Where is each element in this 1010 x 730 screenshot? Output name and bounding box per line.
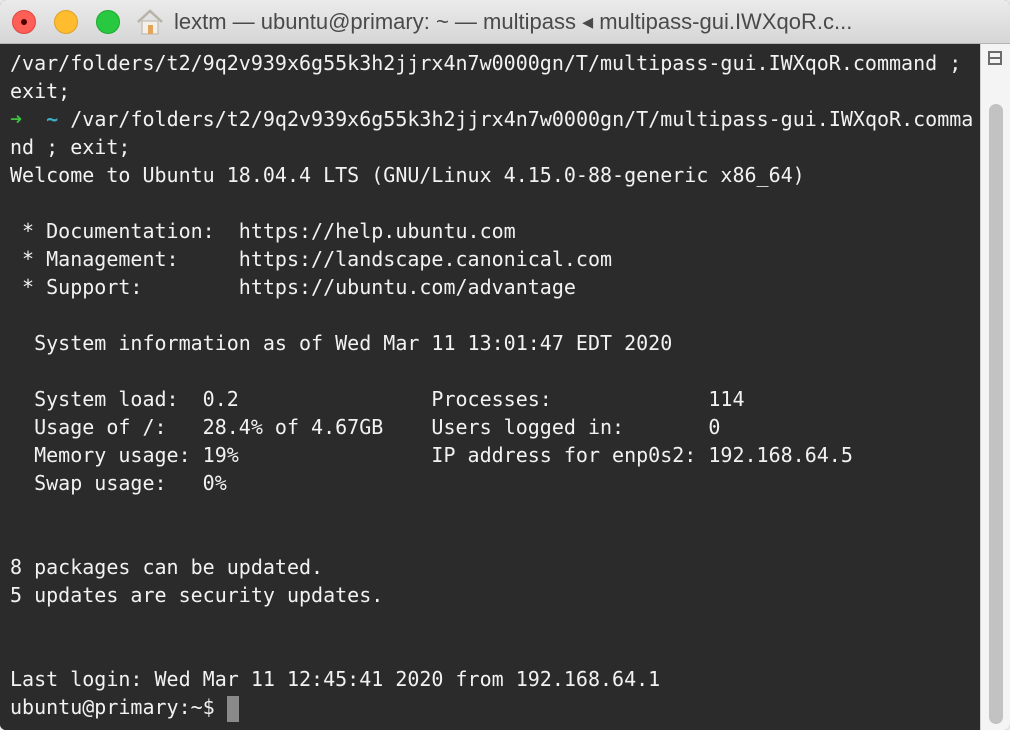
output-line: 8 packages can be updated. [10,555,324,579]
output-line: Swap usage: 0% [10,471,227,495]
terminal-window: lextm — ubuntu@primary: ~ — multipass ◂ … [0,0,1010,730]
prompt-command: /var/folders/t2/9q2v939x6g55k3h2jjrx4n7w… [70,107,974,131]
output-line: Usage of /: 28.4% of 4.67GB Users logged… [10,415,721,439]
output-line: Welcome to Ubuntu 18.04.4 LTS (GNU/Linux… [10,163,805,187]
terminal-output[interactable]: /var/folders/t2/9q2v939x6g55k3h2jjrx4n7w… [0,44,980,730]
output-line: exit; [10,79,71,103]
minimize-button[interactable] [54,10,78,34]
output-line: /var/folders/t2/9q2v939x6g55k3h2jjrx4n7w… [10,51,962,75]
command-line: ➜ ~ /var/folders/t2/9q2v939x6g55k3h2jjrx… [0,105,980,133]
output-line: * Support: https://ubuntu.com/advantage [10,275,576,299]
output-line: Last login: Wed Mar 11 12:45:41 2020 fro… [10,667,661,691]
window-title: lextm — ubuntu@primary: ~ — multipass ◂ … [174,9,853,34]
close-button[interactable] [12,10,36,34]
output-line: System information as of Wed Mar 11 13:0… [10,331,673,355]
output-line: 5 updates are security updates. [10,583,384,607]
scrollbar[interactable] [980,44,1010,730]
text-cursor [226,695,239,722]
output-line: Memory usage: 19% IP address for enp0s2:… [10,443,853,467]
output-line: nd ; exit; [10,135,131,159]
output-line: * Management: https://landscape.canonica… [10,247,613,271]
home-folder-icon [137,9,163,35]
output-line: System load: 0.2 Processes: 114 [10,387,745,411]
zoom-button[interactable] [96,10,120,34]
title-bar[interactable]: lextm — ubuntu@primary: ~ — multipass ◂ … [0,0,1010,44]
shell-prompt-line[interactable]: ubuntu@primary:~$ [0,693,980,722]
output-line: * Documentation: https://help.ubuntu.com [10,219,516,243]
scrollbar-thumb[interactable] [989,104,1003,724]
prompt-arrow-icon: ➜ [10,107,23,131]
prompt-cwd: ~ [46,107,59,131]
shell-prompt: ubuntu@primary:~$ [10,695,215,719]
split-pane-icon[interactable] [988,51,1002,65]
